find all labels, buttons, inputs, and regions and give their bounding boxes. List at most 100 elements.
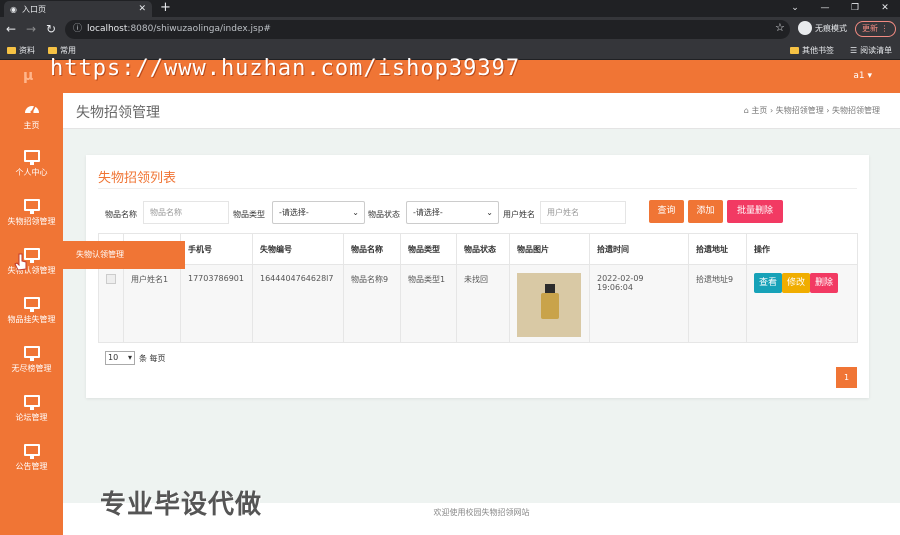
table-row: 用户姓名1 17703786901 1644404764628l7 物品名称9 … bbox=[98, 264, 858, 343]
incognito-indicator[interactable]: 无痕模式 bbox=[798, 21, 847, 35]
chevron-down-icon: ⌄ bbox=[352, 208, 359, 217]
sidebar-item-label: 论坛管理 bbox=[15, 413, 48, 422]
name-filter-label: 物品名称 bbox=[105, 210, 137, 219]
divider bbox=[98, 188, 857, 189]
user-menu[interactable]: a1 ▾ bbox=[853, 71, 872, 81]
type-filter-select[interactable]: -请选择- ⌄ bbox=[272, 201, 365, 224]
col-code: 失物编号 bbox=[252, 233, 344, 265]
tab-close-icon[interactable]: ✕ bbox=[138, 4, 146, 14]
delete-button[interactable]: 删除 bbox=[810, 273, 839, 293]
bookmark-star-icon[interactable]: ☆ bbox=[775, 21, 785, 34]
monitor-icon bbox=[23, 297, 40, 312]
col-type: 物品类型 bbox=[400, 233, 457, 265]
table-header-row: 用户姓名 手机号 失物编号 物品名称 物品类型 物品状态 物品图片 拾遗时间 拾… bbox=[98, 233, 858, 265]
reading-list-icon: ☰ bbox=[850, 46, 858, 55]
monitor-icon bbox=[23, 395, 40, 410]
url-input[interactable]: ⓘ localhost:8080/shiwuzaolinga/index.jsp… bbox=[65, 20, 790, 39]
sidebar-item-loss-report[interactable]: 物品挂失管理 bbox=[0, 289, 63, 337]
page-number-current[interactable]: 1 bbox=[836, 367, 857, 388]
sidebar: 主页 个人中心 失物招领管理 失物认领管理 物品挂失管理 无尽榜管理 论坛管理 bbox=[0, 93, 63, 535]
sidebar-flyout-tooltip[interactable]: 失物认领管理 bbox=[63, 241, 185, 269]
status-select-value: -请选择- bbox=[413, 208, 443, 217]
col-status: 物品状态 bbox=[456, 233, 510, 265]
sidebar-item-label: 个人中心 bbox=[15, 168, 48, 177]
cell-user: 用户姓名1 bbox=[123, 264, 181, 343]
info-icon[interactable]: ⓘ bbox=[73, 20, 82, 39]
cell-item: 物品名称9 bbox=[343, 264, 401, 343]
type-filter-label: 物品类型 bbox=[233, 210, 265, 219]
sidebar-item-label: 失物认领管理 bbox=[7, 266, 56, 275]
status-filter-label: 物品状态 bbox=[368, 210, 400, 219]
user-filter-label: 用户姓名 bbox=[503, 210, 535, 219]
dashboard-icon bbox=[24, 105, 39, 114]
batch-delete-button[interactable]: 批量删除 bbox=[727, 200, 783, 223]
name-filter-input[interactable]: 物品名称 bbox=[143, 201, 229, 224]
sidebar-item-personal[interactable]: 个人中心 bbox=[0, 142, 63, 190]
bookmark-label: 资料 bbox=[19, 46, 35, 55]
forward-icon[interactable]: → bbox=[26, 21, 36, 37]
new-tab-icon[interactable]: + bbox=[160, 0, 171, 16]
col-phone: 手机号 bbox=[180, 233, 253, 265]
row-select-cell bbox=[98, 264, 124, 343]
sidebar-item-claim[interactable]: 失物认领管理 bbox=[0, 240, 63, 288]
browser-tab[interactable]: ◉ 入口页 ✕ bbox=[4, 1, 152, 17]
main-content: 失物招领管理 ⌂ 主页 › 失物招领管理 › 失物招领管理 失物招领列表 物品名… bbox=[63, 93, 900, 535]
monitor-icon bbox=[23, 444, 40, 459]
browser-tab-bar: ◉ 入口页 ✕ + ⌄ — ❐ ✕ bbox=[0, 0, 900, 17]
query-button[interactable]: 查询 bbox=[649, 200, 684, 223]
item-image[interactable] bbox=[517, 273, 581, 337]
sidebar-item-ranking[interactable]: 无尽榜管理 bbox=[0, 338, 63, 386]
back-icon[interactable]: ← bbox=[6, 21, 16, 37]
reading-list[interactable]: ☰ 阅读清单 bbox=[850, 45, 892, 56]
page-title: 失物招领管理 bbox=[76, 105, 160, 121]
status-filter-select[interactable]: -请选择- ⌄ bbox=[406, 201, 499, 224]
col-address: 拾遗地址 bbox=[688, 233, 747, 265]
sidebar-item-lost-found[interactable]: 失物招领管理 bbox=[0, 191, 63, 239]
reload-icon[interactable]: ↻ bbox=[46, 21, 56, 37]
user-filter-input[interactable]: 用户姓名 bbox=[540, 201, 626, 224]
restore-icon[interactable]: ❐ bbox=[840, 0, 870, 16]
hand-cursor-icon bbox=[14, 253, 27, 271]
perfume-bottle bbox=[541, 293, 559, 319]
sidebar-item-label: 主页 bbox=[23, 121, 40, 130]
chevron-down-icon: ⌄ bbox=[486, 208, 493, 217]
sidebar-item-forum[interactable]: 论坛管理 bbox=[0, 387, 63, 435]
per-page-label: 条 每页 bbox=[139, 353, 166, 363]
cell-status: 未找回 bbox=[456, 264, 510, 343]
url-host: localhost bbox=[87, 24, 128, 34]
reading-list-label: 阅读清单 bbox=[860, 46, 893, 55]
minimize-icon[interactable]: — bbox=[810, 0, 840, 16]
chevron-down-icon[interactable]: ⌄ bbox=[780, 0, 810, 16]
sidebar-item-label: 物品挂失管理 bbox=[7, 315, 56, 324]
row-checkbox[interactable] bbox=[106, 274, 116, 284]
col-actions: 操作 bbox=[746, 233, 858, 265]
breadcrumb: ⌂ 主页 › 失物招领管理 › 失物招领管理 bbox=[743, 106, 880, 115]
chevron-down-icon: ▾ bbox=[127, 353, 132, 362]
incognito-label: 无痕模式 bbox=[815, 23, 847, 33]
view-button[interactable]: 查看 bbox=[754, 273, 783, 293]
breadcrumb-home[interactable]: 主页 bbox=[751, 106, 767, 115]
sidebar-item-home[interactable]: 主页 bbox=[0, 93, 63, 141]
add-button[interactable]: 添加 bbox=[688, 200, 723, 223]
address-bar: ← → ↻ ⓘ localhost:8080/shiwuzaolinga/ind… bbox=[0, 17, 900, 42]
close-window-icon[interactable]: ✕ bbox=[870, 0, 900, 16]
edit-button[interactable]: 修改 bbox=[782, 273, 811, 293]
page-size-select[interactable]: 10 ▾ bbox=[105, 351, 135, 365]
incognito-icon bbox=[798, 21, 812, 35]
tab-favicon-icon: ◉ bbox=[10, 4, 17, 14]
page-size-value: 10 bbox=[108, 353, 119, 362]
update-button[interactable]: 更新 ⋮ bbox=[855, 21, 896, 37]
bookmark-folder-2[interactable]: 常用 bbox=[48, 45, 76, 56]
sidebar-item-notice[interactable]: 公告管理 bbox=[0, 436, 63, 484]
col-time: 拾遗时间 bbox=[589, 233, 689, 265]
cell-time: 2022-02-09 19:06:04 bbox=[589, 264, 689, 343]
logo: μ bbox=[23, 68, 34, 84]
breadcrumb-item[interactable]: 失物招领管理 bbox=[776, 106, 824, 115]
cell-actions: 查看 修改 删除 bbox=[746, 264, 858, 343]
monitor-icon bbox=[23, 199, 40, 214]
folder-icon bbox=[790, 47, 799, 54]
bookmark-folder-1[interactable]: 资料 bbox=[7, 45, 35, 56]
update-label: 更新 bbox=[862, 24, 878, 33]
tab-title: 入口页 bbox=[21, 4, 46, 14]
other-bookmarks[interactable]: 其他书签 bbox=[790, 45, 834, 56]
